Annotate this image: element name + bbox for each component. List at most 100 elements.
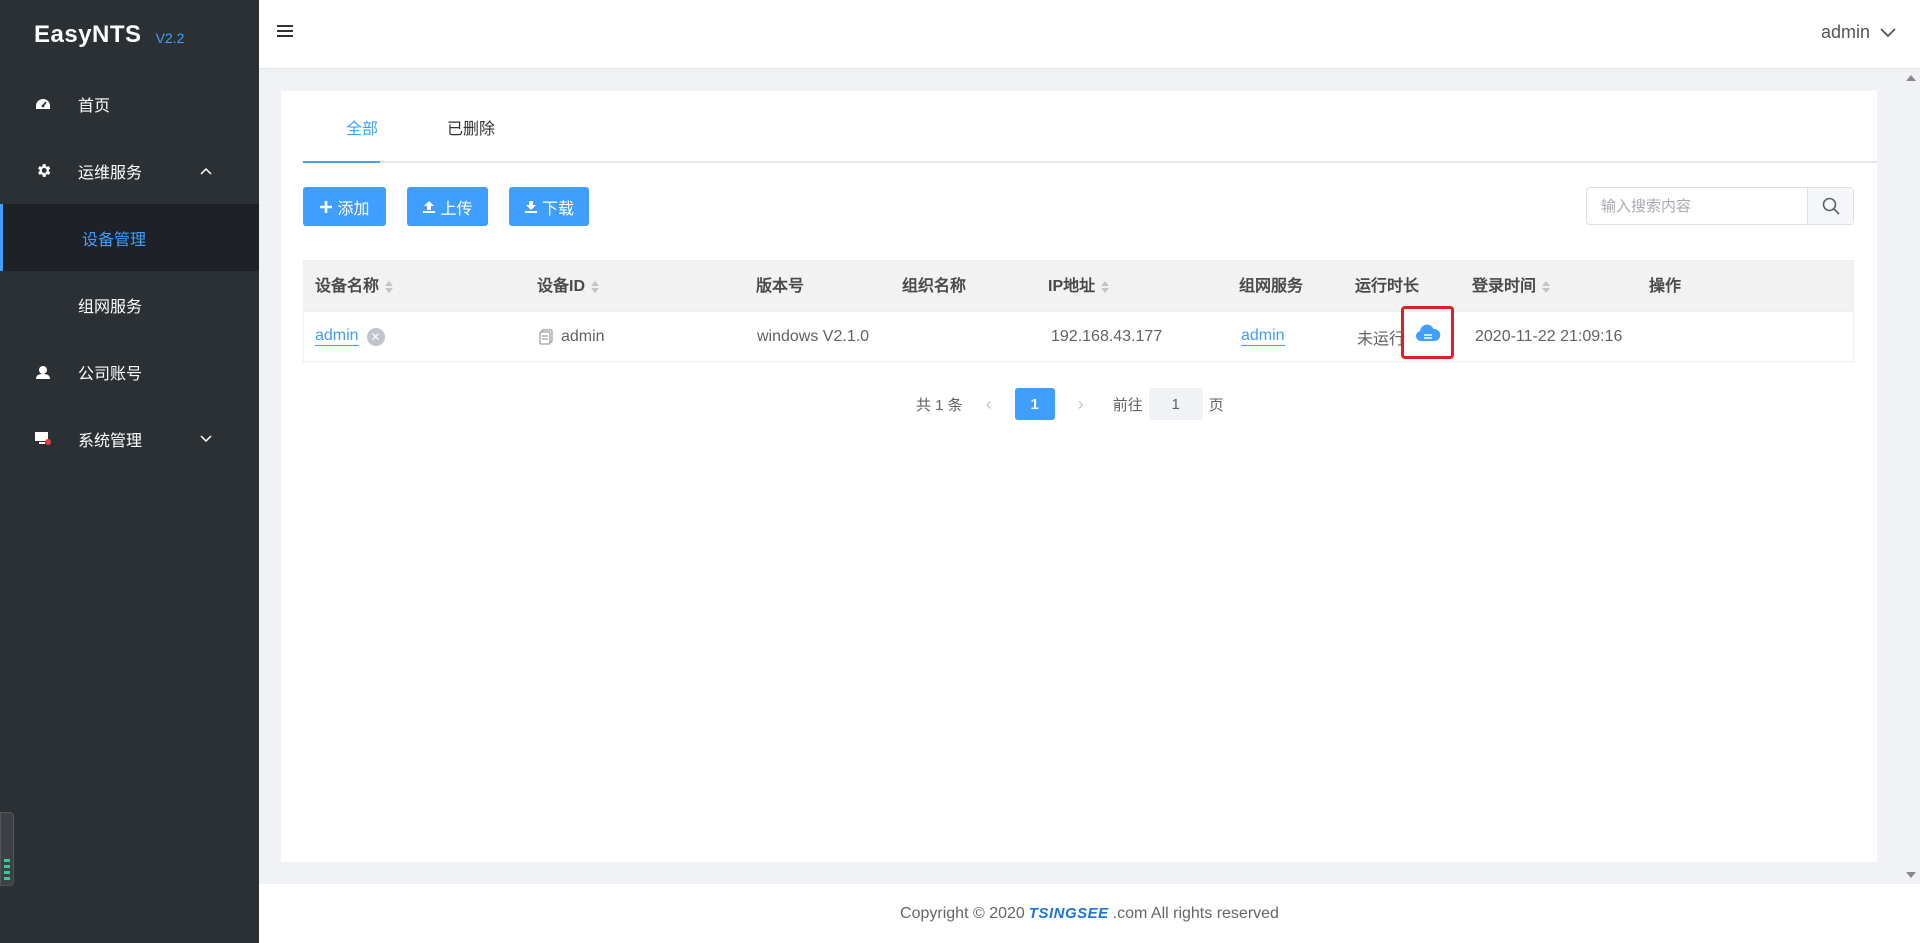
footer-rights: .com All rights reserved (1112, 904, 1279, 922)
cell-uptime: 未运行 (1357, 330, 1406, 348)
brand: EasyNTS V2.2 (0, 0, 259, 70)
column-header-org: 组织名称 (902, 261, 966, 312)
download-button[interactable]: 下载 (509, 187, 589, 226)
footer-brand-logo: TSINGSEE (1028, 905, 1109, 922)
column-header-login-time[interactable]: 登录时间 (1472, 261, 1551, 312)
tab-all[interactable]: 全部 (346, 119, 378, 163)
add-button-label: 添加 (337, 200, 370, 218)
column-header-device-id[interactable]: 设备ID (537, 261, 600, 312)
column-header-actions: 操作 (1649, 261, 1681, 312)
column-label: 操作 (1649, 278, 1682, 295)
next-page-icon[interactable]: › (1067, 394, 1095, 415)
sidebar-item-network-service[interactable]: 组网服务 (0, 271, 259, 338)
sidebar-item-label: 组网服务 (78, 298, 143, 316)
add-button[interactable]: 添加 (303, 187, 386, 226)
table-row: admin ✕ admin windows V2.1.0 192.168.43.… (304, 306, 1853, 361)
upload-button[interactable]: 上传 (407, 187, 488, 226)
chevron-down-icon (200, 430, 212, 448)
table-header: 设备名称 设备ID 版本号 组织名称 IP地址 组网服务 运行时长 登录时间 操… (304, 261, 1853, 312)
menu-toggle-icon[interactable] (277, 25, 293, 39)
column-label: 版本号 (756, 278, 805, 295)
floating-widget[interactable] (0, 812, 14, 886)
device-name-link[interactable]: admin (315, 327, 359, 346)
gear-icon (34, 162, 52, 180)
device-id-text: admin (561, 327, 605, 345)
column-label: 组织名称 (902, 278, 967, 295)
column-header-version: 版本号 (756, 261, 804, 312)
tab-active-indicator (303, 161, 380, 163)
column-label: 设备ID (537, 278, 586, 295)
main-card: 全部 已删除 添加 上传 下载 设备名称 设备ID (281, 91, 1877, 862)
goto-label: 前往 (1112, 396, 1143, 414)
upload-button-label: 上传 (440, 200, 473, 218)
cell-service: admin (1241, 312, 1285, 361)
sidebar-item-label: 首页 (78, 97, 111, 115)
upload-icon (423, 200, 436, 213)
pagination: 共 1 条 ‹ 1 › 前往 页 (916, 388, 1224, 420)
sidebar-item-ops[interactable]: 运维服务 (0, 137, 259, 204)
sidebar-item-label: 设备管理 (82, 231, 147, 249)
pagination-total: 共 1 条 (916, 396, 963, 414)
sidebar-item-system-management[interactable]: 系统管理 (0, 405, 259, 472)
service-link[interactable]: admin (1241, 327, 1285, 346)
remove-icon[interactable]: ✕ (366, 327, 385, 346)
sidebar: EasyNTS V2.2 首页 运维服务 设备管理 组网服务 公司账号 系统管理 (0, 0, 259, 943)
column-header-service: 组网服务 (1239, 261, 1303, 312)
user-menu[interactable]: admin (1821, 22, 1896, 43)
chevron-up-icon (200, 162, 212, 180)
download-button-label: 下载 (541, 200, 574, 218)
column-header-ip[interactable]: IP地址 (1048, 261, 1110, 312)
app-version: V2.2 (155, 30, 185, 46)
sidebar-item-label: 公司账号 (78, 365, 143, 383)
column-label: IP地址 (1048, 278, 1096, 295)
prev-page-icon[interactable]: ‹ (975, 394, 1003, 415)
download-icon (524, 200, 537, 213)
sidebar-item-label: 系统管理 (78, 432, 143, 450)
footer: Copyright © 2020 TSINGSEE .com All right… (259, 884, 1920, 943)
cell-name: admin ✕ (315, 312, 385, 361)
vertical-scrollbar[interactable] (1902, 69, 1920, 884)
footer-copyright: Copyright © 2020 (900, 904, 1025, 922)
user-name: admin (1820, 22, 1870, 42)
column-header-uptime: 运行时长 (1355, 261, 1419, 312)
tab-deleted[interactable]: 已删除 (447, 119, 495, 163)
cell-ip: 192.168.43.177 (1051, 327, 1163, 345)
sidebar-item-device-management[interactable]: 设备管理 (0, 204, 259, 271)
top-header: admin (259, 0, 1920, 69)
search-box (1586, 187, 1854, 225)
monitor-icon (34, 430, 52, 448)
sidebar-item-company-account[interactable]: 公司账号 (0, 338, 259, 405)
cell-login-time: 2020-11-22 21:09:16 (1475, 327, 1623, 345)
sort-icon[interactable] (385, 280, 394, 293)
cell-device-id: admin (539, 312, 605, 361)
column-label: 组网服务 (1239, 278, 1304, 295)
sort-icon[interactable] (591, 280, 600, 293)
tab-bar: 全部 已删除 (303, 119, 1877, 163)
chevron-down-icon (1880, 27, 1896, 37)
search-button[interactable] (1807, 188, 1853, 224)
page-number-current[interactable]: 1 (1014, 388, 1055, 420)
dashboard-icon (34, 95, 52, 113)
device-table: 设备名称 设备ID 版本号 组织名称 IP地址 组网服务 运行时长 登录时间 操… (303, 260, 1854, 362)
app-name: EasyNTS (34, 21, 142, 48)
sidebar-item-home[interactable]: 首页 (0, 70, 259, 137)
search-input[interactable] (1587, 188, 1807, 224)
column-header-name[interactable]: 设备名称 (315, 261, 394, 312)
goto-page-input[interactable] (1148, 388, 1203, 420)
sort-icon[interactable] (1542, 280, 1551, 293)
scroll-up-arrow-icon[interactable] (1906, 75, 1916, 81)
scroll-down-arrow-icon[interactable] (1906, 872, 1916, 878)
search-icon (1822, 197, 1840, 215)
user-icon (34, 363, 52, 381)
cloud-icon (1415, 324, 1440, 341)
column-label: 运行时长 (1355, 278, 1420, 295)
copy-icon[interactable] (539, 329, 553, 345)
column-label: 设备名称 (315, 278, 380, 295)
page-suffix: 页 (1208, 396, 1224, 414)
cell-version: windows V2.1.0 (757, 327, 870, 345)
sort-icon[interactable] (1101, 280, 1110, 293)
plus-icon (320, 200, 333, 213)
column-label: 登录时间 (1472, 278, 1537, 295)
cloud-action-button[interactable] (1401, 306, 1454, 359)
sidebar-item-label: 运维服务 (78, 164, 143, 182)
